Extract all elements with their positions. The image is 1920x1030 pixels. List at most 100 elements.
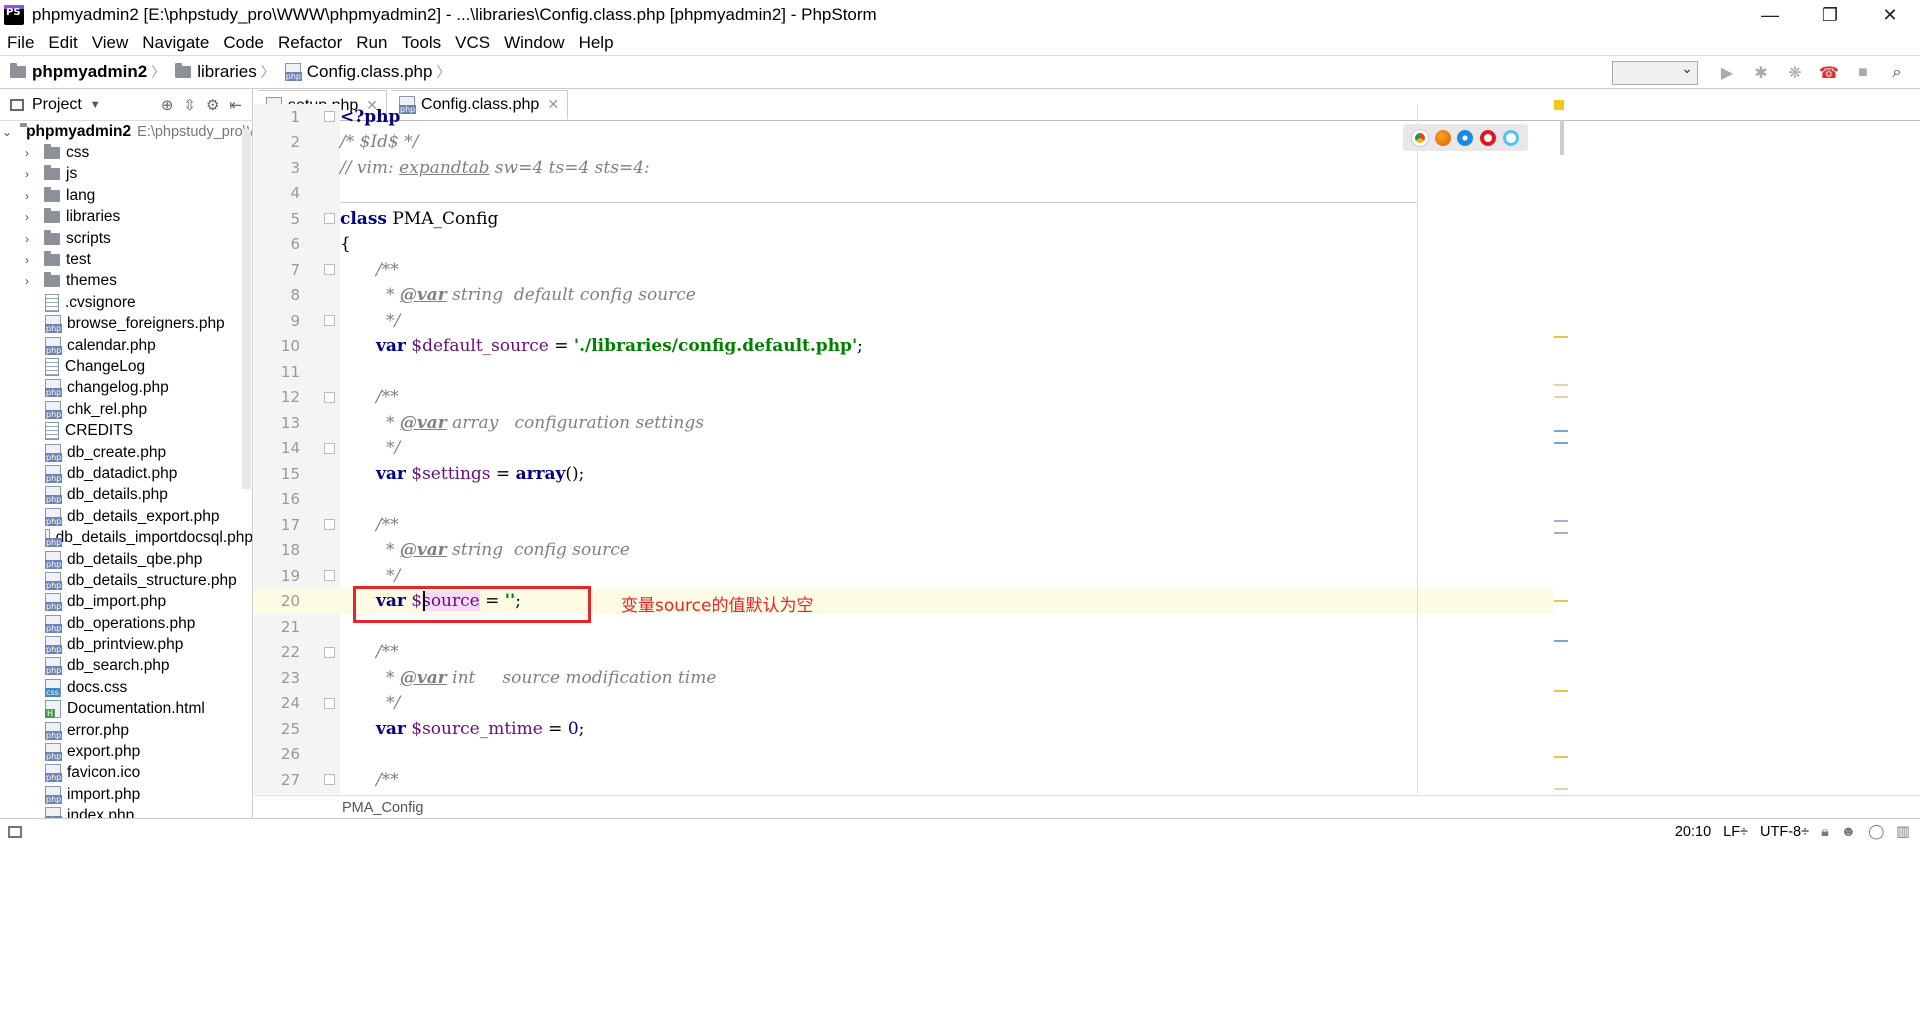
warning-marker[interactable] — [1554, 336, 1568, 338]
warning-marker[interactable] — [1554, 756, 1568, 758]
menu-file[interactable]: File — [0, 33, 41, 53]
minimize-button[interactable]: — — [1740, 0, 1800, 30]
run-icon[interactable]: ▶ — [1716, 62, 1738, 84]
line-number[interactable]: 19 — [254, 567, 300, 585]
code-line[interactable]: 25 var $source_mtime = 0; — [254, 716, 1554, 742]
code-line[interactable]: 15 var $settings = array(); — [254, 461, 1554, 487]
code-line[interactable]: 16 — [254, 487, 1554, 513]
line-number[interactable]: 18 — [254, 541, 300, 559]
line-number[interactable]: 13 — [254, 414, 300, 432]
tree-file[interactable]: .cvsignore — [0, 292, 252, 313]
menu-refactor[interactable]: Refactor — [271, 33, 349, 53]
code-line[interactable]: 18 * @var string config source — [254, 538, 1554, 564]
line-number[interactable]: 4 — [254, 184, 300, 202]
line-number[interactable]: 11 — [254, 363, 300, 381]
run-configuration-select[interactable] — [1612, 60, 1698, 85]
tree-file[interactable]: db_details.php — [0, 485, 252, 506]
tree-file[interactable]: db_create.php — [0, 442, 252, 463]
code-line[interactable]: 9 */ — [254, 308, 1554, 334]
search-icon[interactable]: ⌕ — [1886, 62, 1908, 84]
line-number[interactable]: 5 — [254, 210, 300, 228]
error-stripe[interactable] — [1554, 100, 1568, 800]
info-marker[interactable] — [1554, 520, 1568, 522]
debug-icon[interactable]: ✱ — [1750, 62, 1772, 84]
code-line[interactable]: 17 /** — [254, 512, 1554, 538]
warning-marker[interactable] — [1554, 690, 1568, 692]
chevron-right-icon[interactable]: › — [20, 253, 34, 267]
fold-marker-icon[interactable] — [324, 264, 335, 275]
locate-icon[interactable]: ⊕ — [161, 96, 174, 114]
menu-code[interactable]: Code — [216, 33, 271, 53]
line-number[interactable]: 26 — [254, 745, 300, 763]
line-number[interactable]: 2 — [254, 133, 300, 151]
fold-marker-icon[interactable] — [324, 646, 335, 658]
line-number[interactable]: 21 — [254, 618, 300, 636]
line-number[interactable]: 1 — [254, 108, 300, 126]
line-number[interactable]: 20 — [254, 592, 300, 610]
memory-icon[interactable]: ▥ — [1896, 824, 1910, 840]
code-line[interactable]: 19 */ — [254, 563, 1554, 589]
menu-vcs[interactable]: VCS — [448, 33, 497, 53]
line-separator[interactable]: LF÷ — [1723, 824, 1748, 840]
code-line[interactable]: 11 — [254, 359, 1554, 385]
line-number[interactable]: 12 — [254, 388, 300, 406]
line-number[interactable]: 8 — [254, 286, 300, 304]
chevron-right-icon[interactable]: › — [20, 210, 34, 224]
tree-file[interactable]: db_operations.php — [0, 613, 252, 634]
tree-folder-test[interactable]: › test — [0, 249, 252, 270]
tree-root[interactable]: ⌄ phpmyadmin2 E:\phpstudy_pro\W — [0, 121, 252, 142]
fold-marker-icon[interactable] — [324, 213, 335, 224]
menu-view[interactable]: View — [85, 33, 136, 53]
tree-file[interactable]: export.php — [0, 741, 252, 762]
menu-window[interactable]: Window — [497, 33, 571, 53]
tree-file[interactable]: db_printview.php — [0, 634, 252, 655]
tree-file[interactable]: db_details_structure.php — [0, 570, 252, 591]
chevron-right-icon[interactable]: › — [20, 146, 34, 160]
tree-file[interactable]: CREDITS — [0, 420, 252, 441]
code-line[interactable]: 10 var $default_source = './libraries/con… — [254, 334, 1554, 360]
tree-file[interactable]: browse_foreigners.php — [0, 314, 252, 335]
chevron-right-icon[interactable]: › — [20, 232, 34, 246]
code-line[interactable]: 8 * @var string default config source — [254, 283, 1554, 309]
chevron-right-icon[interactable]: › — [20, 274, 34, 288]
tree-folder-lang[interactable]: › lang — [0, 185, 252, 206]
info-marker[interactable] — [1554, 430, 1568, 432]
menu-run[interactable]: Run — [349, 33, 394, 53]
code-line[interactable]: 12 /** — [254, 385, 1554, 411]
restore-button[interactable]: ❐ — [1800, 0, 1860, 30]
caret-position[interactable]: 20:10 — [1675, 824, 1711, 840]
code-line[interactable]: 7 /** — [254, 257, 1554, 283]
code-line[interactable]: 1 <?php — [254, 104, 1554, 130]
warning-marker[interactable] — [1554, 600, 1568, 602]
stripe-scroll-thumb[interactable] — [1560, 120, 1564, 155]
tree-file[interactable]: changelog.php — [0, 378, 252, 399]
tree-file[interactable]: db_details_qbe.php — [0, 549, 252, 570]
line-number[interactable]: 16 — [254, 490, 300, 508]
tree-folder-themes[interactable]: › themes — [0, 271, 252, 292]
event-log-icon[interactable]: ◯ — [1868, 824, 1884, 840]
tree-file[interactable]: ChangeLog — [0, 356, 252, 377]
stop-icon[interactable]: ■ — [1852, 62, 1874, 84]
fold-marker-icon[interactable] — [324, 570, 335, 581]
vertical-scrollbar[interactable] — [242, 129, 251, 489]
menu-help[interactable]: Help — [572, 33, 621, 53]
fold-marker-icon[interactable] — [324, 697, 335, 709]
code-line[interactable]: 2 /* $Id$ */ — [254, 130, 1554, 156]
code-line[interactable]: 22 /** — [254, 640, 1554, 666]
menu-edit[interactable]: Edit — [41, 33, 84, 53]
tree-file[interactable]: db_import.php — [0, 592, 252, 613]
line-number[interactable]: 9 — [254, 312, 300, 330]
code-editor[interactable]: 1 <?php 2 /* $Id$ */ 3 // vim: expandtab sw=4… — [254, 104, 1554, 794]
chevron-right-icon[interactable]: › — [20, 189, 34, 203]
code-line[interactable]: 5 class PMA_Config — [254, 206, 1554, 232]
tree-file[interactable]: db_search.php — [0, 656, 252, 677]
warning-marker[interactable] — [1554, 396, 1568, 398]
fold-marker-icon[interactable] — [324, 519, 335, 530]
tree-file[interactable]: Documentation.html — [0, 699, 252, 720]
menu-navigate[interactable]: Navigate — [135, 33, 216, 53]
listen-debug-icon[interactable]: ☎ — [1818, 62, 1840, 84]
safari-icon[interactable] — [1457, 129, 1474, 146]
line-number[interactable]: 23 — [254, 669, 300, 687]
info-marker[interactable] — [1554, 532, 1568, 534]
tree-file[interactable]: docs.css — [0, 677, 252, 698]
